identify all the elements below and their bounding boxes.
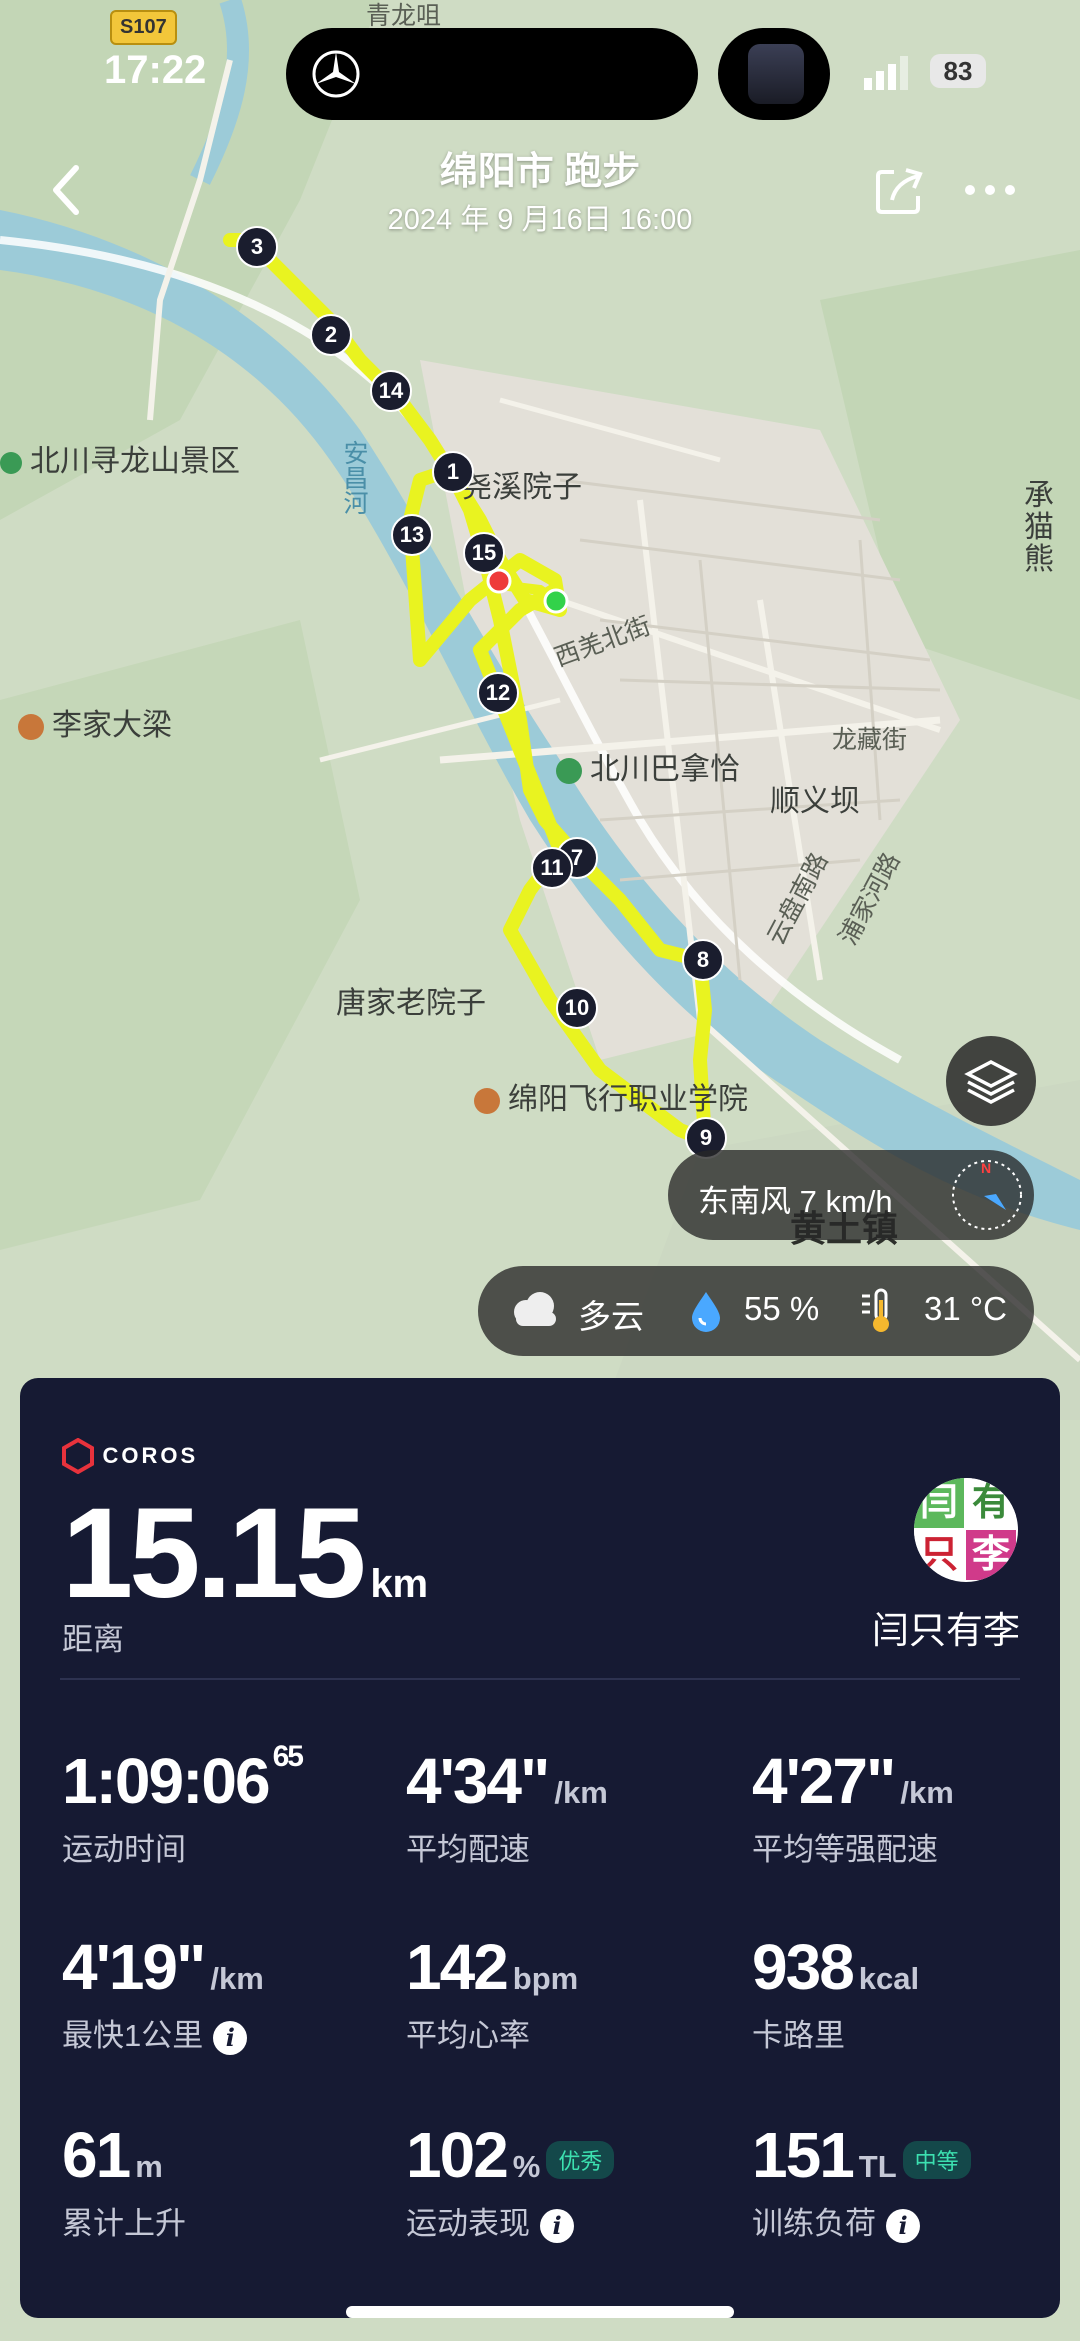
- distance-label: 距离: [62, 1622, 124, 1657]
- humidity-value: 55 %: [744, 1290, 820, 1327]
- status-bar: 17:22 83: [0, 0, 1080, 150]
- stat-grade-adjusted-pace: 4'27"/km 平均等强配速: [752, 1745, 954, 1867]
- training-load-info-icon[interactable]: i: [886, 2208, 920, 2243]
- km-marker-8[interactable]: 8: [682, 939, 724, 981]
- live-activity[interactable]: [718, 28, 830, 120]
- cloudy-icon: [514, 1292, 556, 1326]
- battery-indicator: 83: [930, 54, 986, 88]
- end-point: [486, 568, 512, 594]
- map-label-shunyiba: 顺义坝: [770, 785, 860, 818]
- map-label-yuxi: 尧溪院子: [462, 471, 582, 504]
- temperature-value: 31 °C: [924, 1290, 1007, 1327]
- wind-info: 东南风 7 km/h N: [668, 1150, 1034, 1240]
- map-label-anchang-river: 安昌河: [340, 440, 368, 515]
- performance-info-icon[interactable]: i: [540, 2208, 574, 2243]
- map-label-tangjia: 唐家老院子: [336, 987, 486, 1020]
- stat-fastest-km: 4'19"/km 最快1公里 i: [62, 1931, 264, 2055]
- km-marker-14[interactable]: 14: [370, 370, 412, 412]
- start-point: [543, 588, 569, 614]
- map-label-longzang: 龙藏街: [832, 726, 908, 754]
- stat-duration: 1:09:06 65 运动时间: [62, 1740, 304, 1867]
- cellular-signal-icon: [864, 56, 908, 90]
- stat-training-load: 151 TL 中等 训练负荷 i: [752, 2118, 971, 2243]
- coros-logo-icon: [62, 1437, 94, 1475]
- home-indicator[interactable]: [346, 2306, 734, 2318]
- map-label-banaqia: 北川巴拿恰: [556, 744, 740, 788]
- coros-logo: COROS: [60, 1437, 198, 1475]
- stat-calories: 938 kcal 卡路里: [752, 1931, 920, 2053]
- divider: [60, 1678, 1020, 1680]
- stat-avg-heart-rate: 142 bpm 平均心率: [406, 1931, 579, 2053]
- stat-performance: 102% 优秀 运动表现 i: [406, 2118, 615, 2243]
- avatar[interactable]: 闫 有 只 李: [914, 1478, 1018, 1582]
- km-marker-10[interactable]: 10: [556, 987, 598, 1029]
- km-marker-11[interactable]: 11: [531, 847, 573, 889]
- humidity-icon: [692, 1292, 720, 1332]
- wind-text: 东南风 7 km/h: [698, 1184, 893, 1219]
- share-icon[interactable]: [872, 164, 926, 218]
- weather-info: 多云 55 % 31 °C: [478, 1266, 1034, 1356]
- map-label-flight-school: 绵阳飞行职业学院: [474, 1074, 748, 1118]
- user-name[interactable]: 闫只有李: [872, 1600, 1020, 1654]
- game-app-icon: [748, 44, 804, 104]
- map-label-chengmao: 承猫熊: [1024, 479, 1054, 576]
- km-marker-15[interactable]: 15: [463, 532, 505, 574]
- dynamic-island[interactable]: [286, 28, 698, 120]
- sky-condition: 多云: [578, 1298, 644, 1335]
- more-options-icon[interactable]: [960, 170, 1020, 210]
- stat-avg-pace: 4'34"/km 平均配速: [406, 1745, 608, 1867]
- map-label-lijia: 李家大梁: [18, 700, 172, 744]
- thermometer-icon: [862, 1288, 889, 1332]
- performance-badge: 优秀: [546, 2141, 615, 2180]
- distance-value: 15.15 km: [62, 1482, 429, 1625]
- layers-icon: [964, 1060, 1018, 1104]
- wind-compass-icon: N: [952, 1160, 1022, 1230]
- training-load-badge: 中等: [902, 2141, 971, 2180]
- km-marker-2[interactable]: 2: [310, 314, 352, 356]
- km-marker-12[interactable]: 12: [477, 672, 519, 714]
- km-marker-1[interactable]: 1: [432, 451, 474, 493]
- stat-elevation-gain: 61 m 累计上升: [62, 2119, 186, 2241]
- activity-summary-card: COROS 15.15 km 距离 闫 有 只 李 闫只有李 1:09:06 65 …: [20, 1378, 1060, 2318]
- km-marker-13[interactable]: 13: [391, 514, 433, 556]
- map-layers-button[interactable]: [946, 1036, 1036, 1126]
- mercedes-logo-icon: [312, 50, 360, 98]
- map-label-scenic: 北川寻龙山景区: [0, 436, 240, 480]
- svg-text:N: N: [981, 1160, 991, 1176]
- fastest-km-info-icon[interactable]: i: [213, 2020, 248, 2055]
- status-time: 17:22: [104, 48, 207, 92]
